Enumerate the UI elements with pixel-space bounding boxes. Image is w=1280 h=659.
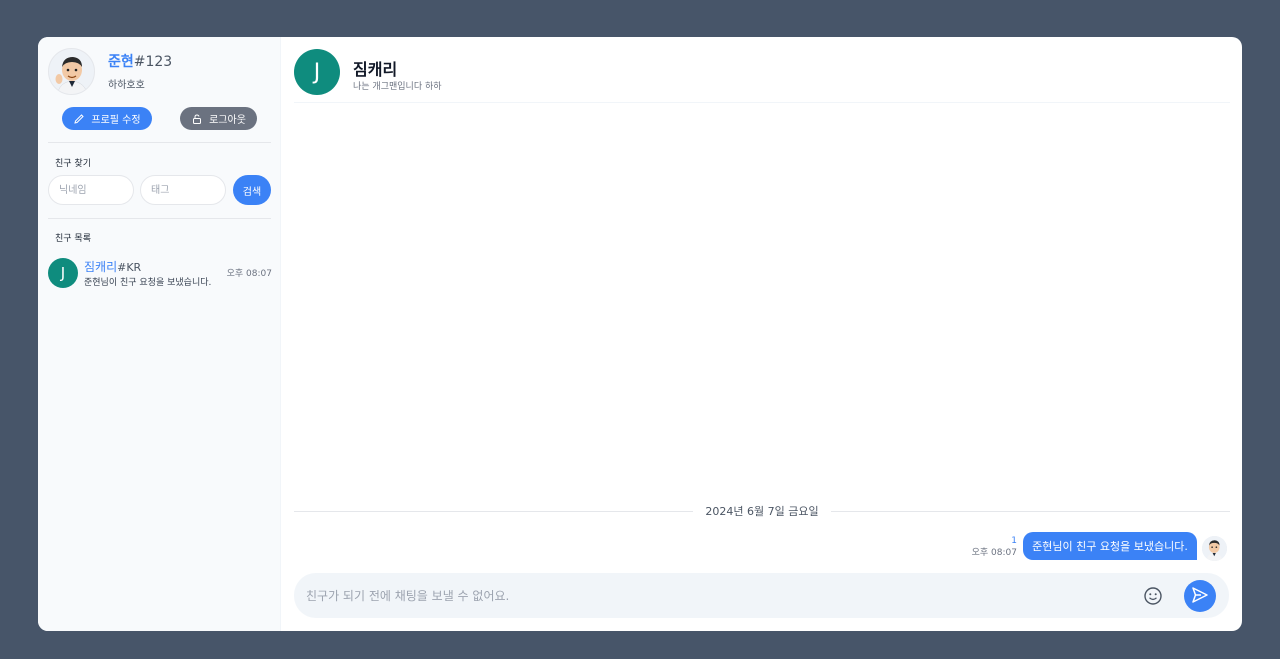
chat-panel: J 짐캐리 나는 개그맨입니다 하하 2024년 6월 7일 금요일 1 오후 … <box>281 37 1242 631</box>
friend-time: 오후 08:07 <box>226 269 272 279</box>
profile-name: 준현#123 <box>108 53 172 71</box>
message-composer <box>294 573 1229 618</box>
divider <box>48 142 271 143</box>
list-item[interactable]: J 짐캐리#KR 준현님이 친구 요청을 보냈습니다. 오후 08:07 <box>48 257 272 289</box>
lock-icon <box>191 113 203 125</box>
app-window: 준현#123 하하호호 프로필 수정 로그아웃 친구 찾기 검색 친구 목록 J <box>38 37 1242 631</box>
friend-name: 짐캐리#KR <box>84 258 141 275</box>
chat-subtitle: 나는 개그맨입니다 하하 <box>353 82 442 92</box>
chat-header: J 짐캐리 나는 개그맨입니다 하하 <box>294 49 1230 103</box>
message-time: 오후 08:07 <box>971 548 1017 558</box>
date-separator: 2024년 6월 7일 금요일 <box>294 503 1230 519</box>
send-icon <box>1191 586 1209 607</box>
edit-profile-button[interactable]: 프로필 수정 <box>62 107 152 130</box>
sidebar: 준현#123 하하호호 프로필 수정 로그아웃 친구 찾기 검색 친구 목록 J <box>38 37 281 631</box>
message-bubble[interactable]: 준현님이 친구 요청을 보냈습니다. <box>1023 532 1197 560</box>
find-friends-label: 친구 찾기 <box>55 159 91 169</box>
message-meta: 1 오후 08:07 <box>972 535 1017 559</box>
date-label: 2024년 6월 7일 금요일 <box>693 505 831 518</box>
nickname-search-input[interactable] <box>48 175 134 205</box>
tag-search-input[interactable] <box>140 175 226 205</box>
unread-count: 1 <box>1011 536 1017 546</box>
message-input[interactable] <box>306 573 1126 618</box>
chat-avatar[interactable]: J <box>294 49 340 95</box>
friend-avatar: J <box>48 258 78 288</box>
profile-nickname: 준현 <box>108 53 134 70</box>
send-button[interactable] <box>1184 580 1216 612</box>
search-button[interactable]: 검색 <box>233 175 271 205</box>
friend-tag: #KR <box>117 261 142 274</box>
logout-label: 로그아웃 <box>209 115 246 126</box>
chat-title: 짐캐리 <box>353 60 398 79</box>
edit-profile-label: 프로필 수정 <box>91 115 141 126</box>
profile-status: 하하호호 <box>108 79 145 91</box>
my-profile: 준현#123 하하호호 <box>48 48 172 95</box>
pencil-icon <box>73 113 85 125</box>
emoji-icon[interactable] <box>1143 586 1163 606</box>
avatar <box>1202 536 1227 561</box>
logout-button[interactable]: 로그아웃 <box>180 107 257 130</box>
friend-last-message: 준현님이 친구 요청을 보냈습니다. <box>84 278 212 288</box>
friend-nickname: 짐캐리 <box>84 260 118 274</box>
divider <box>48 218 271 219</box>
friend-list-label: 친구 목록 <box>55 234 91 244</box>
avatar[interactable] <box>48 48 95 95</box>
profile-tag: #123 <box>133 53 173 70</box>
